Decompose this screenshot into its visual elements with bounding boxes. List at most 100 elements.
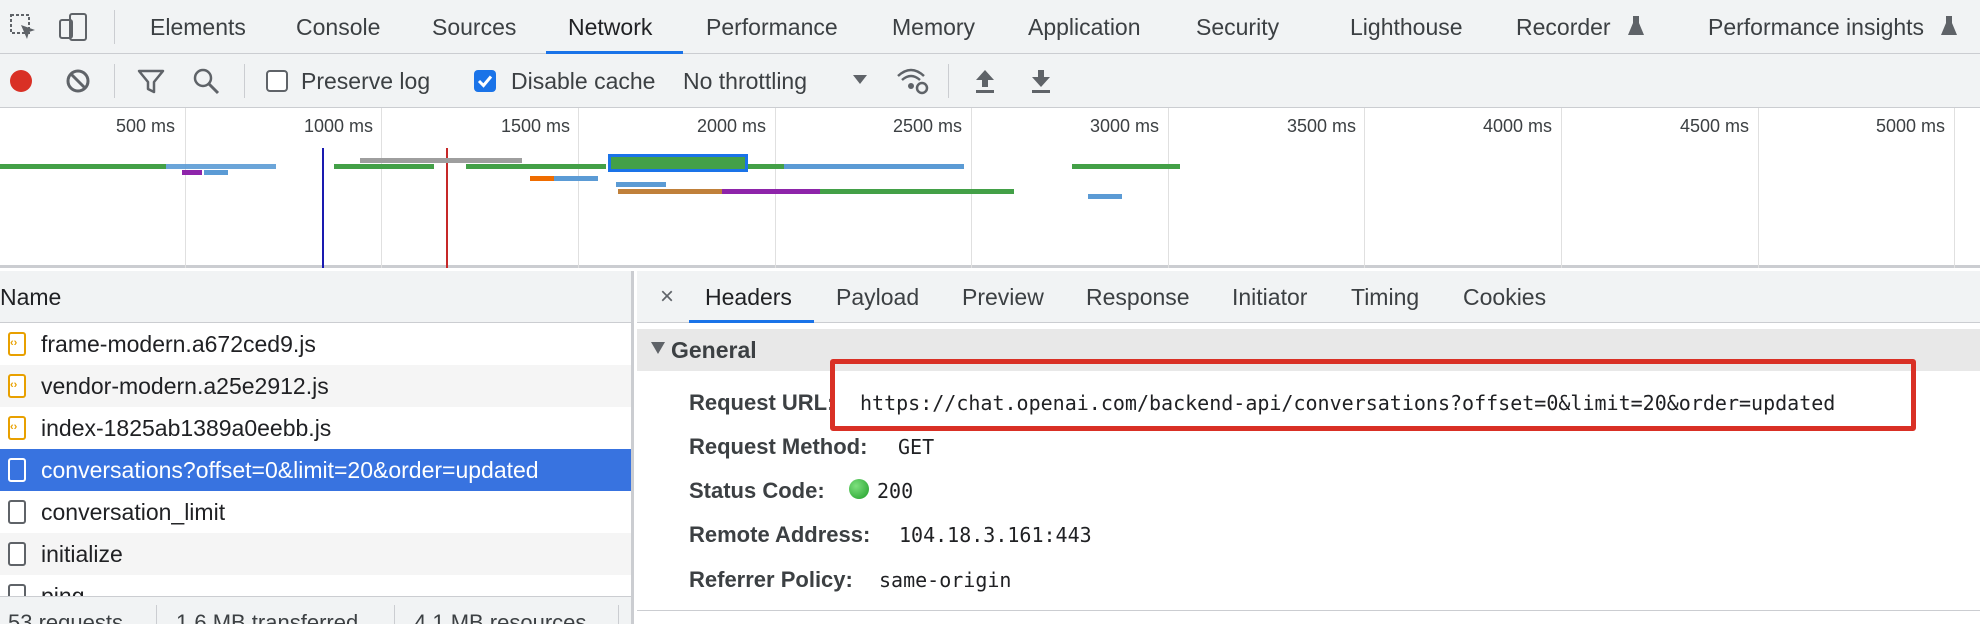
selected-request-bar (608, 154, 748, 172)
tab-recorder-label: Recorder (1516, 14, 1611, 40)
export-har-icon[interactable] (1026, 66, 1056, 96)
experiment-flask-icon (1627, 2, 1645, 56)
tab-memory[interactable]: Memory (892, 0, 975, 54)
remote-address-label: Remote Address: (689, 522, 871, 547)
tab-application[interactable]: Application (1028, 0, 1141, 54)
preserve-log-label[interactable]: Preserve log (301, 54, 430, 108)
tab-network[interactable]: Network (568, 0, 652, 54)
tab-cookies[interactable]: Cookies (1463, 271, 1546, 323)
column-header-name[interactable]: Name (0, 271, 631, 323)
tab-payload[interactable]: Payload (836, 271, 919, 323)
gridline (971, 108, 972, 268)
tab-lighthouse[interactable]: Lighthouse (1350, 0, 1463, 54)
active-tab-indicator (689, 320, 814, 323)
tick-label: 2500 ms (893, 116, 963, 136)
tab-response[interactable]: Response (1086, 271, 1190, 323)
request-name: initialize (41, 541, 123, 567)
annotation-highlight-box (830, 359, 1916, 431)
tab-preview[interactable]: Preview (962, 271, 1044, 323)
timeline-bar (204, 170, 228, 175)
gridline (1758, 108, 1759, 268)
resources-size: 4.1 MB resources (414, 610, 587, 624)
timeline-bar (334, 164, 434, 169)
divider (618, 605, 619, 624)
timeline-bar (1088, 194, 1122, 199)
script-file-icon (8, 406, 26, 448)
divider (637, 610, 1980, 611)
timeline-bar (182, 170, 202, 175)
timeline-bar (360, 158, 522, 163)
timeline-bar (0, 164, 166, 169)
experiment-flask-icon (1940, 2, 1958, 56)
request-row[interactable]: vendor-modern.a25e2912.js (0, 364, 631, 407)
request-row[interactable]: index-1825ab1389a0eebb.js (0, 406, 631, 449)
status-code-value: 200 (877, 479, 914, 503)
network-overview-timeline[interactable]: 500 ms 1000 ms 1500 ms 2000 ms 2500 ms 3… (0, 108, 1980, 268)
throttling-select[interactable]: No throttling (683, 54, 807, 108)
timeline-bar (748, 164, 784, 169)
timeline-bar (820, 189, 1014, 194)
device-toolbar-icon[interactable] (58, 12, 88, 42)
tab-security[interactable]: Security (1196, 0, 1279, 54)
clear-icon[interactable] (63, 66, 93, 96)
disable-cache-label[interactable]: Disable cache (511, 54, 655, 108)
request-name: vendor-modern.a25e2912.js (41, 373, 329, 399)
preserve-log-checkbox[interactable] (266, 70, 288, 92)
tab-initiator[interactable]: Initiator (1232, 271, 1307, 323)
gridline (185, 108, 186, 268)
tab-timing[interactable]: Timing (1351, 271, 1419, 323)
transferred-size: 1.6 MB transferred (176, 610, 359, 624)
divider (156, 605, 157, 624)
devtools-tab-bar: Elements Console Sources Network Perform… (0, 0, 1980, 54)
tab-console[interactable]: Console (296, 0, 380, 54)
status-success-icon (849, 479, 869, 499)
load-event-marker (446, 148, 448, 268)
tab-performance[interactable]: Performance (706, 0, 838, 54)
chevron-down-icon[interactable] (850, 68, 880, 98)
divider (114, 10, 115, 44)
tick-label: 3000 ms (1090, 116, 1160, 136)
script-file-icon (8, 364, 26, 406)
document-file-icon (8, 458, 26, 482)
tick-label: 4500 ms (1680, 116, 1750, 136)
close-icon[interactable]: × (655, 285, 679, 309)
divider (394, 605, 395, 624)
request-method-label: Request Method: (689, 434, 868, 459)
request-row[interactable]: conversation_limit (0, 491, 631, 533)
referrer-policy-label: Referrer Policy: (689, 567, 853, 592)
gridline (775, 108, 776, 268)
request-count: 53 requests (8, 610, 123, 624)
tab-sources[interactable]: Sources (432, 0, 516, 54)
request-row[interactable]: initialize (0, 533, 631, 575)
divider (244, 64, 245, 98)
timeline-bar (618, 189, 722, 194)
network-conditions-icon[interactable] (896, 66, 929, 96)
referrer-policy-value: same-origin (879, 568, 1012, 592)
network-summary-bar: 53 requests 1.6 MB transferred 4.1 MB re… (0, 596, 631, 624)
request-row-selected[interactable]: conversations?offset=0&limit=20&order=up… (0, 449, 631, 491)
tab-performance-insights[interactable]: Performance insights (1708, 0, 1958, 54)
dom-content-loaded-marker (322, 148, 324, 268)
tick-label: 2000 ms (697, 116, 767, 136)
filter-icon[interactable] (136, 66, 166, 96)
general-section-title: General (671, 337, 757, 363)
request-row[interactable]: frame-modern.a672ced9.js (0, 322, 631, 365)
request-name: conversation_limit (41, 499, 226, 525)
details-tab-bar: × Headers Payload Preview Response Initi… (637, 271, 1980, 323)
timeline-bar (722, 189, 820, 194)
import-har-icon[interactable] (970, 66, 1000, 96)
request-url-label: Request URL: (689, 390, 835, 415)
inspect-element-icon[interactable] (8, 12, 38, 42)
network-toolbar: Preserve log Disable cache No throttling (0, 54, 1980, 108)
tab-headers[interactable]: Headers (705, 271, 792, 323)
divider (948, 64, 949, 98)
gridline (1954, 108, 1955, 268)
tab-elements[interactable]: Elements (150, 0, 246, 54)
gridline (1364, 108, 1365, 268)
tab-recorder[interactable]: Recorder (1516, 0, 1645, 54)
search-icon[interactable] (191, 66, 221, 96)
collapse-triangle-icon (651, 342, 665, 354)
disable-cache-checkbox[interactable] (474, 70, 496, 92)
request-name: frame-modern.a672ced9.js (41, 331, 316, 357)
record-icon[interactable] (6, 66, 36, 96)
